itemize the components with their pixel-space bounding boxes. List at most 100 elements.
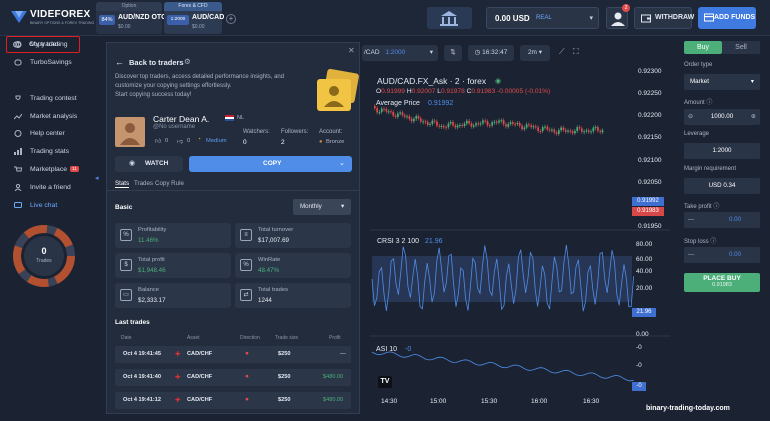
copy-label: COPY xyxy=(263,160,282,167)
stop-loss-input[interactable]: — 0.00 xyxy=(684,247,760,263)
table-row[interactable]: Oct 4 19:41:40 ✚ CAD/CHF ● $250 $480.00 xyxy=(115,369,351,386)
sidebar-item-marketplace[interactable]: Marketplace 11 xyxy=(8,163,80,176)
tab-copy-rule[interactable]: Copy Rule xyxy=(155,180,184,187)
collapse-arrow-icon[interactable]: ◂ xyxy=(95,174,99,182)
period-select[interactable]: Monthly ▾ xyxy=(293,199,351,215)
tradingview-logo-icon[interactable]: TV xyxy=(378,376,392,388)
place-buy-button[interactable]: PLACE BUY 0.91983 xyxy=(684,273,760,292)
add-tab-button[interactable]: + xyxy=(226,14,236,24)
thumbs-down-icon[interactable]: 👎︎ xyxy=(177,137,183,145)
chart-pair-select[interactable]: /CAD 1:2000 ▾ xyxy=(362,45,438,61)
tab-forex[interactable]: Forex & CFD 1:2000 AUD/CAD $0.00 xyxy=(164,2,224,34)
chart-type-icon[interactable]: ⟋ xyxy=(559,47,565,57)
candle xyxy=(535,126,537,128)
minus-icon[interactable]: — xyxy=(688,212,694,228)
candle xyxy=(532,126,535,128)
logo[interactable]: VIDEFOREX BINARY OPTIONS & FOREX TRADING xyxy=(10,8,94,30)
withdraw-button[interactable]: WITHDRAW xyxy=(634,7,694,29)
minus-icon[interactable]: — xyxy=(688,247,694,263)
account-label: Account: xyxy=(319,129,343,135)
tab-forex-leverage: 1:2000 xyxy=(167,15,189,25)
sidebar-item-help-center[interactable]: Help center xyxy=(8,127,80,140)
candle xyxy=(525,124,528,128)
gear-icon[interactable]: ⚙ xyxy=(184,57,191,66)
thumbs-up-icon[interactable]: 👍︎ xyxy=(155,137,161,145)
time-tick: 14:30 xyxy=(381,398,398,405)
crsi-label: CRSI 3 2 100 xyxy=(377,238,420,245)
tab-trades[interactable]: Trades xyxy=(134,180,153,187)
minus-icon[interactable]: ⊖ xyxy=(688,109,693,125)
asi-tick: -0 xyxy=(636,344,642,351)
crsi-tick: 60.00 xyxy=(636,256,653,263)
table-row[interactable]: Oct 4 19:41:12 ✚ CAD/CHF ● $250 $480.00 xyxy=(115,392,351,409)
notification-badge: 2 xyxy=(622,4,630,12)
margin-label: Margin requirement xyxy=(684,166,737,172)
copy-trading-panel: ✕ ← Back to traders ⚙ Discover top trade… xyxy=(106,42,360,414)
balance-type: REAL xyxy=(536,15,552,21)
back-to-traders-link[interactable]: Back to traders xyxy=(129,58,184,67)
amount-label: Amount ⓘ xyxy=(684,100,713,106)
candle xyxy=(553,129,556,133)
watch-button[interactable]: ◉ WATCH xyxy=(115,156,183,172)
chart-settings-button[interactable]: ⇅ xyxy=(444,45,462,61)
trade-size: $250 xyxy=(278,351,291,357)
candle xyxy=(426,122,429,125)
buy-tab[interactable]: Buy xyxy=(684,41,722,54)
chevron-down-icon: ▾ xyxy=(341,203,345,210)
candle xyxy=(599,130,602,133)
amount-input[interactable]: ⊖ 1000.00 ⊕ xyxy=(684,109,760,125)
candle xyxy=(544,126,546,128)
fullscreen-icon[interactable]: ⛶ xyxy=(573,47,579,57)
sidebar-item-trading-contest[interactable]: Trading contest xyxy=(8,92,80,105)
trade-panel xyxy=(676,36,770,421)
clock-icon: ◷ xyxy=(474,49,483,56)
price-tick: 0.92050 xyxy=(638,179,662,186)
ohlc-close: 0.91983 xyxy=(471,88,496,95)
candle xyxy=(422,121,424,123)
tab-option[interactable]: Option 84% AUD/NZD OTC $0.00 xyxy=(96,2,166,34)
order-type-label: Order type xyxy=(684,62,713,68)
candle xyxy=(587,130,590,132)
candle xyxy=(514,123,516,125)
tab-stats[interactable]: Stats xyxy=(115,180,130,188)
eye-icon: ◉ xyxy=(129,160,136,167)
sell-tab[interactable]: Sell xyxy=(722,41,760,54)
sidebar-item-invite-friend[interactable]: Invite a friend xyxy=(8,181,80,194)
add-funds-button[interactable]: ADD FUNDS xyxy=(698,7,756,29)
sidebar-item-market-analysis[interactable]: Market analysis xyxy=(8,110,80,123)
order-type-select[interactable]: Market ▾ xyxy=(684,74,760,90)
price-tick: 0.91950 xyxy=(638,223,662,230)
candle xyxy=(583,131,585,133)
candle xyxy=(505,124,507,127)
sidebar-item-turbosavings[interactable]: TurboSavings xyxy=(8,56,80,69)
avg-price-label: Average Price xyxy=(376,100,420,107)
sidebar-item-copy-trading[interactable]: Copy trading xyxy=(6,36,80,53)
candle xyxy=(415,116,418,119)
close-icon[interactable]: ✕ xyxy=(348,46,355,55)
candle xyxy=(486,121,489,126)
candle xyxy=(528,124,530,126)
copy-button[interactable]: COPY ⌄ xyxy=(189,156,352,172)
candle xyxy=(578,127,581,129)
leverage-field[interactable]: 1:2000 xyxy=(684,143,760,159)
time-tick: 16:00 xyxy=(531,398,548,405)
candle xyxy=(477,123,480,125)
sidebar-item-live-chat[interactable]: Live chat xyxy=(8,199,80,212)
chart-interval-select[interactable]: 2m ▾ xyxy=(520,45,550,61)
trade-profit: $480.00 xyxy=(323,374,344,380)
candle xyxy=(383,108,385,110)
candle xyxy=(399,112,401,114)
candle xyxy=(380,108,383,112)
bank-icon[interactable] xyxy=(427,7,472,29)
take-profit-input[interactable]: — 0.00 xyxy=(684,212,760,228)
balance-selector[interactable]: 0.00 USD REAL ▾ xyxy=(486,7,599,29)
back-arrow-icon[interactable]: ← xyxy=(115,57,124,67)
sidebar-item-trading-stats[interactable]: Trading stats xyxy=(8,145,80,158)
time-tick: 16:30 xyxy=(583,398,600,405)
trades-ring[interactable]: 0 Trades xyxy=(12,224,76,288)
sidebar-item-label: Marketplace xyxy=(30,166,68,173)
table-row[interactable]: Oct 4 19:41:45 ✚ CAD/CHF ● $250 — xyxy=(115,346,351,363)
candle xyxy=(590,131,592,133)
plus-icon[interactable]: ⊕ xyxy=(751,109,756,125)
candle xyxy=(539,130,542,132)
